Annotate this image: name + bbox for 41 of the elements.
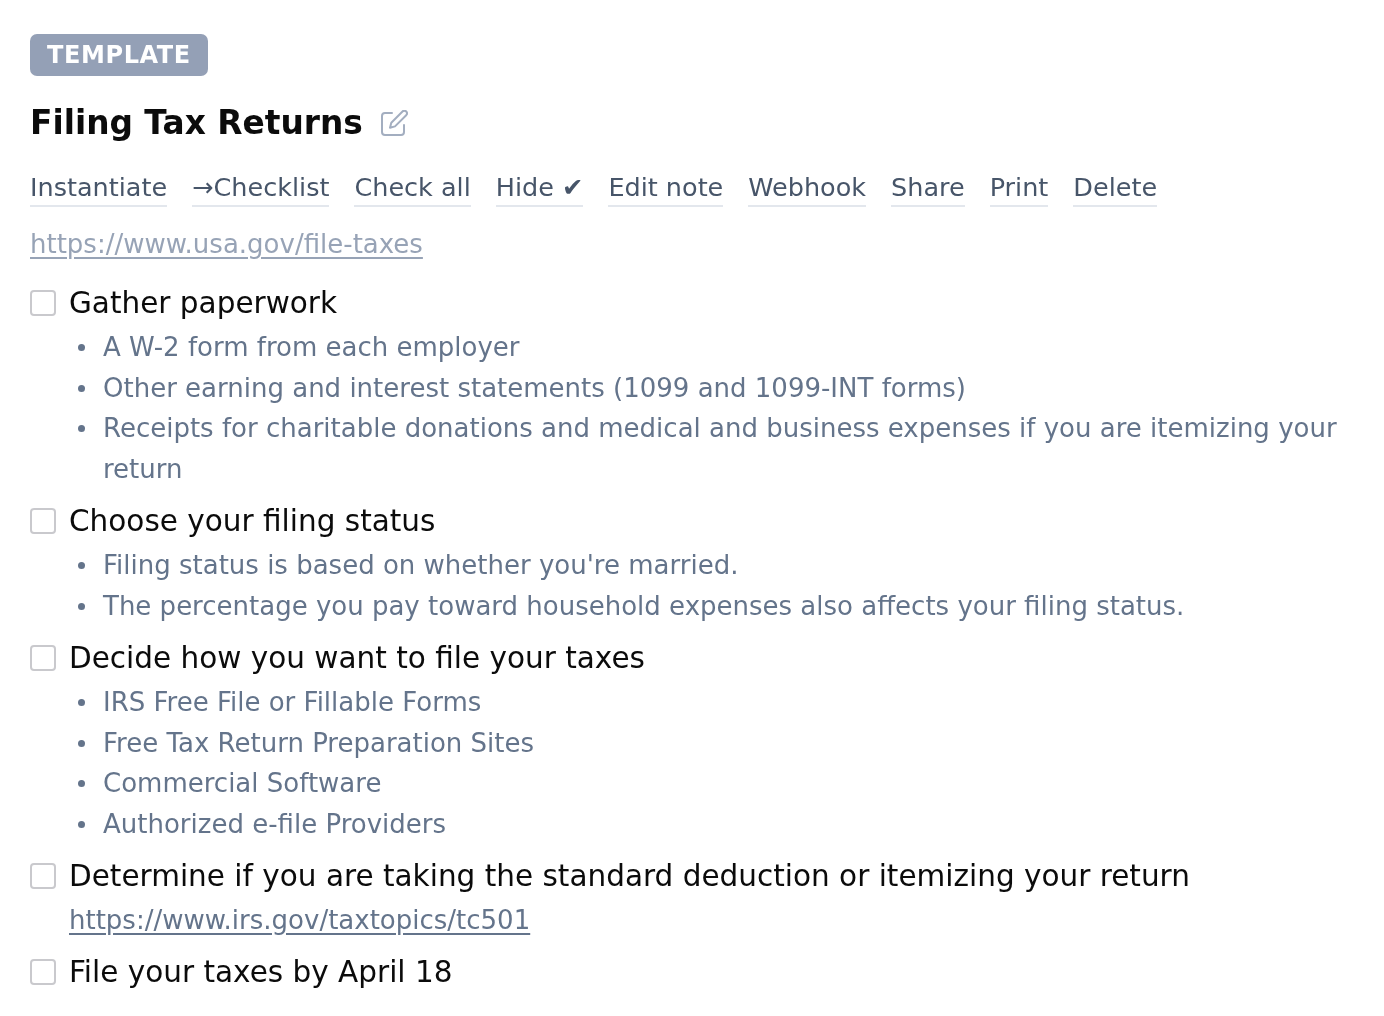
bullet-icon	[78, 344, 85, 351]
action-link[interactable]: Share	[891, 169, 965, 207]
note-text: Filing status is based on whether you're married.	[103, 549, 739, 582]
note-text: Authorized e-file Providers	[103, 807, 446, 841]
note-text: A W-2 form from each employer	[103, 331, 520, 364]
checklist-title: Filing Tax Returns	[30, 103, 363, 144]
action-link[interactable]: Edit note	[608, 169, 724, 207]
action-link[interactable]: Webhook	[748, 169, 867, 207]
template-badge: TEMPLATE	[30, 34, 208, 76]
note-text: Receipts for charitable donations and medical and business expenses if you are itemizing your return	[103, 412, 1338, 486]
checkbox[interactable]	[30, 290, 56, 316]
bullet-icon	[78, 425, 85, 432]
note-text: Other earning and interest statements (1099 and 1099-INT forms)	[103, 371, 966, 405]
note-text: The percentage you pay toward household expenses also affects your filing status.	[103, 589, 1185, 623]
action-link[interactable]: →Checklist	[192, 169, 330, 207]
note-text: Commercial Software	[103, 767, 382, 800]
action-link[interactable]: Instantiate	[30, 169, 168, 207]
edit-icon[interactable]	[380, 110, 408, 136]
task-label: Determine if you are taking the standard deduction or itemizing your return	[69, 858, 1190, 895]
bullet-icon	[78, 820, 85, 828]
checkbox[interactable]	[30, 863, 56, 889]
task-label: Gather paperwork	[69, 285, 338, 322]
checkbox[interactable]	[30, 959, 56, 985]
bullet-icon	[78, 602, 85, 610]
action-link[interactable]: Delete	[1073, 169, 1158, 207]
bullet-icon	[78, 739, 85, 747]
reference-link[interactable]: https://www.irs.gov/taxtopics/tc501	[69, 905, 531, 935]
note-text: Free Tax Return Preparation Sites	[103, 726, 535, 760]
bullet-icon	[78, 384, 85, 392]
note-text: IRS Free File or Fillable Forms	[103, 686, 482, 719]
task-label: File your taxes by April 18	[69, 954, 453, 991]
checkbox[interactable]	[30, 508, 56, 534]
action-link[interactable]: Print	[989, 169, 1049, 207]
task-label: Choose your filing status	[69, 503, 436, 540]
task-label: Decide how you want to file your taxes	[69, 640, 645, 677]
bullet-icon	[78, 780, 85, 787]
checkbox[interactable]	[30, 645, 56, 671]
action-link[interactable]: Hide ✔	[495, 169, 584, 207]
bullet-icon	[78, 699, 85, 706]
action-link[interactable]: Check all	[354, 169, 471, 207]
bullet-icon	[78, 562, 85, 569]
